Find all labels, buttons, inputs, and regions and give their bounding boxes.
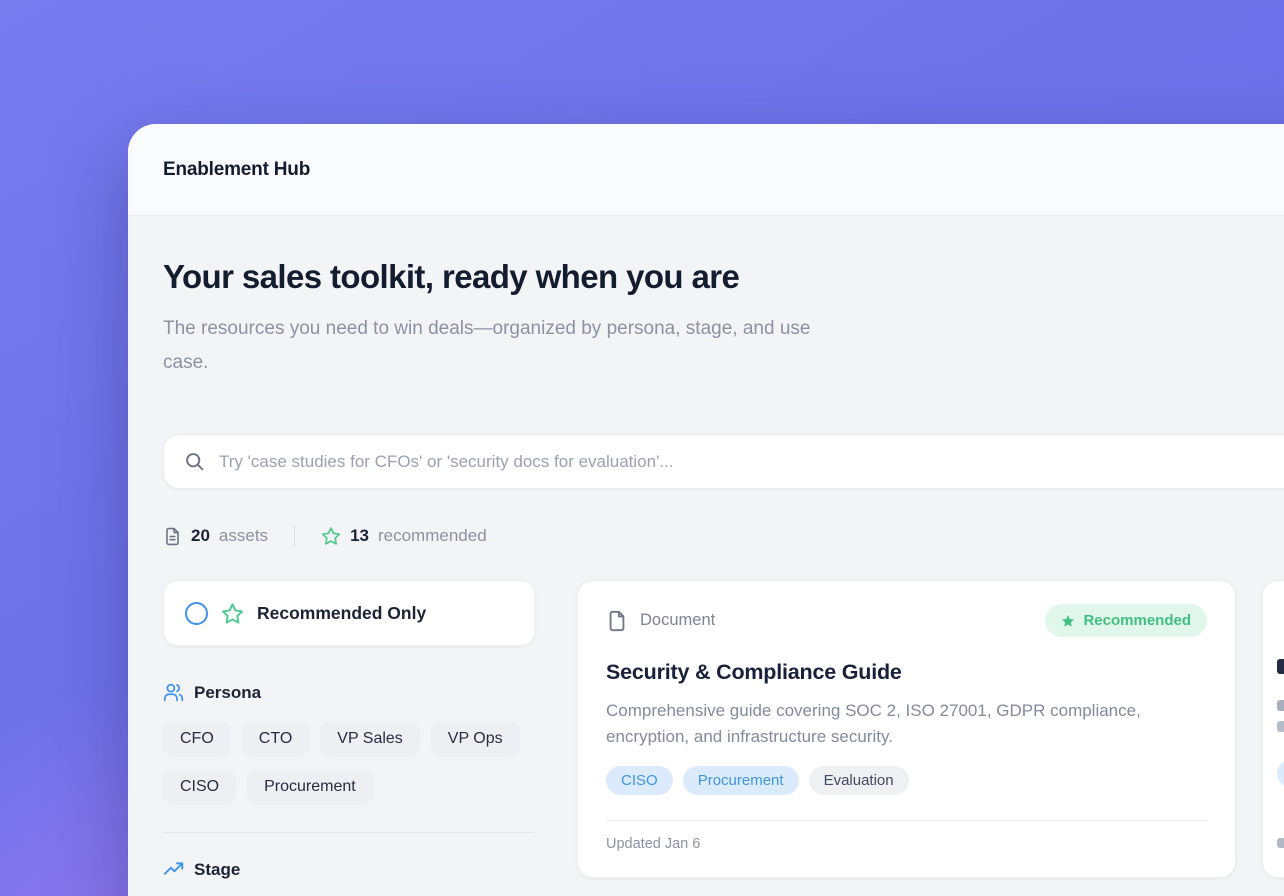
persona-filter-label: Persona — [194, 683, 261, 703]
asset-card-partial[interactable] — [1262, 580, 1284, 878]
trending-up-icon — [163, 859, 184, 880]
file-icon — [606, 610, 628, 632]
assets-count-stat: 20 assets — [163, 526, 268, 546]
desktop-background: { "app": { "title": "Enablement Hub" }, … — [0, 0, 1284, 896]
persona-chip-cto[interactable]: CTO — [242, 721, 309, 757]
partial-card-title-fragment — [1277, 659, 1284, 674]
card-title: Security & Compliance Guide — [606, 660, 1207, 685]
persona-filter-header: Persona — [163, 682, 535, 703]
persona-chip-list: CFO CTO VP Sales VP Ops CISO Procurement — [163, 721, 535, 805]
filters-sidebar: Recommended Only Persona — [163, 580, 535, 880]
partial-card-description-fragment — [1277, 721, 1284, 732]
persona-chip-cfo[interactable]: CFO — [163, 721, 231, 757]
recommended-count: 13 — [350, 526, 369, 546]
enablement-hub-window: Enablement Hub Your sales toolkit, ready… — [128, 124, 1284, 896]
recommended-label: recommended — [378, 526, 487, 546]
search-input[interactable] — [219, 452, 1284, 472]
stats-row: 20 assets 13 recommended — [163, 525, 1284, 547]
main-content: Your sales toolkit, ready when you are T… — [128, 216, 1284, 880]
card-description-line-1: Comprehensive guide covering SOC 2, ISO … — [606, 698, 1207, 724]
users-icon — [163, 682, 184, 703]
recommended-only-radio[interactable] — [185, 602, 208, 625]
card-type: Document — [606, 610, 715, 632]
recommended-only-toggle[interactable]: Recommended Only — [163, 580, 535, 646]
search-bar[interactable] — [163, 434, 1284, 489]
persona-chip-vp-sales[interactable]: VP Sales — [320, 721, 420, 757]
card-tag-list: CISO Procurement Evaluation — [606, 766, 1207, 795]
card-footer-divider — [606, 820, 1207, 821]
recommended-only-label: Recommended Only — [257, 603, 426, 624]
window-header: Enablement Hub — [128, 124, 1284, 216]
page-title: Your sales toolkit, ready when you are — [163, 258, 1284, 296]
asset-card-security-compliance-guide[interactable]: Document Recommended Security & Complian… — [577, 580, 1236, 878]
document-icon — [163, 527, 182, 546]
partial-card-description-fragment — [1277, 700, 1284, 711]
stage-filter-label: Stage — [194, 860, 240, 880]
persona-filter-section: Persona CFO CTO VP Sales VP Ops CISO Pro… — [163, 682, 535, 805]
tag-procurement: Procurement — [683, 766, 799, 795]
partial-card-footer-fragment — [1277, 838, 1284, 848]
assets-count: 20 — [191, 526, 210, 546]
star-filled-icon — [1061, 614, 1075, 628]
search-icon — [184, 451, 205, 472]
card-updated-date: Updated Jan 6 — [606, 836, 700, 852]
recommended-badge-label: Recommended — [1083, 612, 1191, 629]
stage-filter-section: Stage — [163, 859, 535, 880]
persona-chip-procurement[interactable]: Procurement — [247, 769, 373, 805]
recommended-badge: Recommended — [1045, 604, 1207, 637]
recommended-count-stat: 13 recommended — [321, 526, 487, 546]
persona-chip-ciso[interactable]: CISO — [163, 769, 236, 805]
partial-card-tag-fragment — [1277, 759, 1284, 788]
tag-evaluation: Evaluation — [809, 766, 909, 795]
persona-chip-vp-ops[interactable]: VP Ops — [431, 721, 520, 757]
sidebar-divider — [163, 832, 535, 833]
assets-label: assets — [219, 526, 268, 546]
page-subtitle: The resources you need to win deals—orga… — [163, 312, 1284, 380]
stage-filter-header: Stage — [163, 859, 535, 880]
page-subtitle-line-2: case. — [163, 346, 1284, 380]
star-outline-icon — [221, 602, 244, 625]
card-description: Comprehensive guide covering SOC 2, ISO … — [606, 698, 1207, 750]
stats-divider — [294, 525, 295, 547]
card-type-label: Document — [640, 611, 715, 630]
content-columns: Recommended Only Persona — [163, 580, 1284, 880]
asset-card-grid: Document Recommended Security & Complian… — [577, 580, 1284, 880]
star-outline-icon — [321, 526, 341, 546]
card-description-line-2: encryption, and infrastructure security. — [606, 724, 1207, 750]
card-header: Document Recommended — [606, 604, 1207, 637]
tag-ciso: CISO — [606, 766, 673, 795]
page-subtitle-line-1: The resources you need to win deals—orga… — [163, 312, 1284, 346]
app-title: Enablement Hub — [163, 159, 310, 181]
